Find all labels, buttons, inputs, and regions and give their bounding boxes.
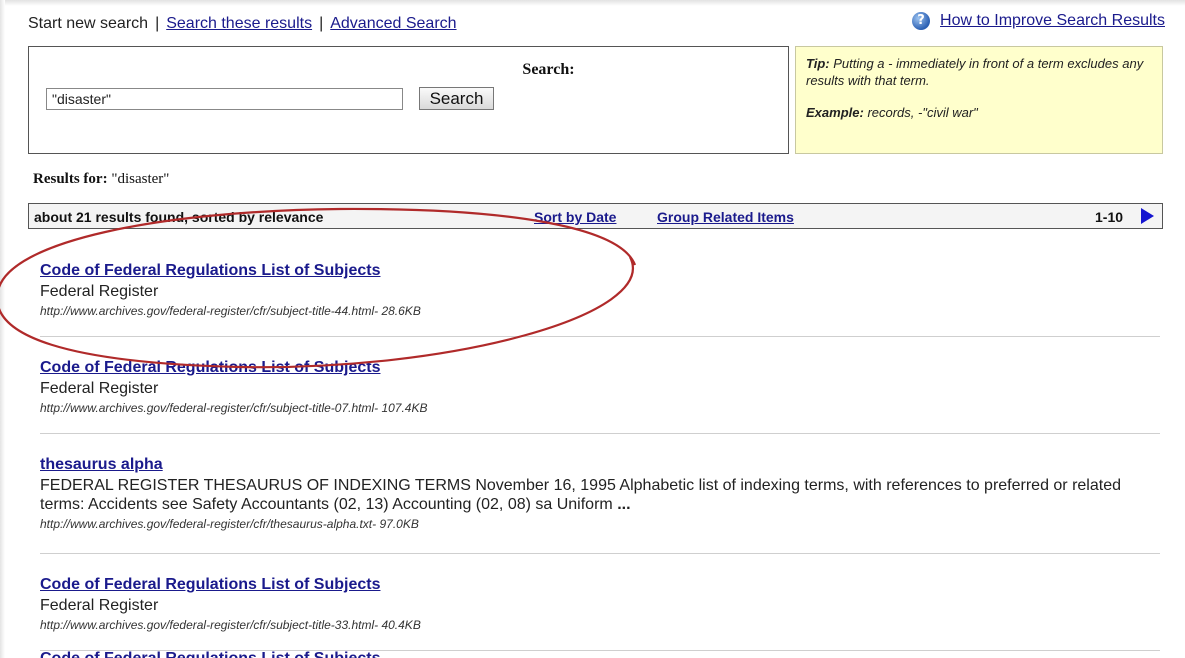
top-shadow [0, 0, 1185, 6]
result-description-block: FEDERAL REGISTER THESAURUS OF INDEXING T… [40, 476, 1160, 514]
improve-search-help-link[interactable]: How to Improve Search Results [940, 12, 1165, 30]
result-description: Federal Register [40, 597, 159, 614]
start-new-search-link[interactable]: Start new search [28, 15, 148, 32]
result-item: Code of Federal Regulations List of Subj… [40, 576, 1160, 658]
result-divider [40, 553, 1160, 554]
result-url: http://www.archives.gov/federal-register… [40, 618, 421, 632]
nav-separator: | [155, 15, 160, 32]
tip-example-text: records, -"civil war" [867, 105, 978, 120]
results-count: about 21 results found, sorted by releva… [34, 209, 324, 225]
tip-example-label: Example: [806, 105, 864, 120]
result-title-link[interactable]: Code of Federal Regulations List of Subj… [40, 576, 380, 594]
result-item: Code of Federal Regulations List of Subj… [40, 262, 1160, 359]
search-button[interactable]: Search [419, 87, 494, 110]
result-item: Code of Federal Regulations List of Subj… [40, 359, 1160, 456]
results-status-bar: about 21 results found, sorted by releva… [28, 203, 1163, 229]
next-page-arrow-icon[interactable] [1141, 208, 1154, 224]
search-form: Search: Search [28, 46, 789, 154]
result-url: http://www.archives.gov/federal-register… [40, 517, 419, 531]
result-item: thesaurus alpha FEDERAL REGISTER THESAUR… [40, 456, 1160, 576]
left-shadow [0, 0, 5, 658]
result-url: http://www.archives.gov/federal-register… [40, 304, 421, 318]
result-divider [40, 433, 1160, 434]
tip-heading: Tip: [806, 56, 830, 71]
result-description: FEDERAL REGISTER THESAURUS OF INDEXING T… [40, 477, 1121, 513]
group-related-items-link[interactable]: Group Related Items [657, 209, 794, 225]
advanced-search-link[interactable]: Advanced Search [330, 15, 456, 32]
search-results-page: Start new search | Search these results | Ad… [0, 0, 1185, 658]
result-description: Federal Register [40, 380, 159, 397]
search-tip-box: Tip: Putting a - immediately in front of… [795, 46, 1163, 154]
result-divider [40, 336, 1160, 337]
result-title-link[interactable]: Code of Federal Regulations List of Subj… [40, 262, 380, 280]
search-input[interactable] [46, 88, 403, 110]
result-description: Federal Register [40, 283, 159, 300]
results-for-heading: Results for: "disaster" [33, 171, 169, 188]
help-section: ? How to Improve Search Results [912, 12, 1165, 30]
nav-separator: | [319, 15, 324, 32]
top-navigation: Start new search | Search these results | Ad… [28, 15, 457, 33]
result-title-link[interactable]: thesaurus alpha [40, 456, 163, 474]
tip-text-line: Tip: Putting a - immediately in front of… [806, 55, 1152, 89]
tip-example-line: Example: records, -"civil war" [806, 104, 1152, 121]
result-title-link[interactable]: Code of Federal Regulations List of Subj… [40, 359, 380, 377]
search-label: Search: [522, 61, 575, 78]
result-ellipsis: ... [617, 496, 631, 513]
results-list: Code of Federal Regulations List of Subj… [40, 262, 1160, 658]
tip-text: Putting a - immediately in front of a te… [806, 56, 1144, 88]
question-circle-icon[interactable]: ? [912, 12, 931, 30]
search-these-results-link[interactable]: Search these results [166, 15, 312, 32]
results-for-label: Results for: [33, 171, 108, 187]
result-url: http://www.archives.gov/federal-register… [40, 401, 428, 415]
result-title-link-cutoff[interactable]: Code of Federal Regulations List of Subj… [40, 650, 380, 658]
results-for-query: "disaster" [111, 171, 170, 187]
results-range: 1-10 [1095, 209, 1124, 225]
sort-by-date-link[interactable]: Sort by Date [534, 209, 616, 225]
